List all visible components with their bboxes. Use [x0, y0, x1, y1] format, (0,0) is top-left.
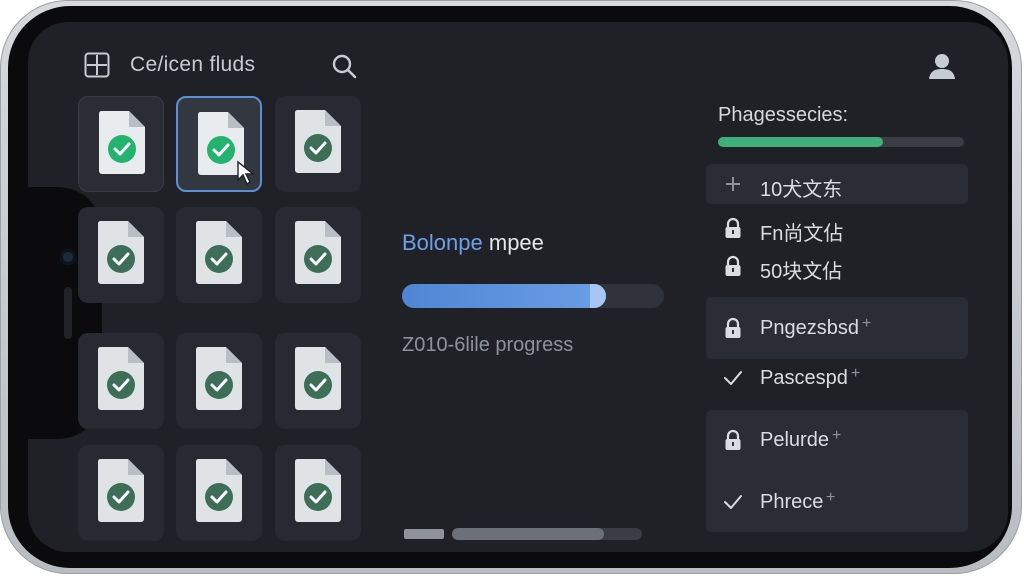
document-check-icon: [97, 459, 144, 522]
transfer-label-accent: Bolonpe: [402, 230, 483, 255]
bottom-status-mark: [404, 529, 444, 539]
transfer-progress-bar: [402, 284, 664, 308]
panel-item-label: Pelurde: [760, 429, 829, 451]
pointer-cursor-icon: [237, 160, 255, 186]
secondary-progress-bar: [452, 528, 642, 540]
document-check-icon: [195, 221, 242, 284]
file-tile[interactable]: [78, 333, 164, 429]
panel-item[interactable]: Pascespd +: [706, 358, 968, 398]
panel-progress-fill: [718, 137, 883, 147]
panel-item[interactable]: Pelurde +: [706, 420, 968, 460]
phone-bezel: Ce/icen fluds Bolonpe mpee Z010-6lile pr…: [8, 6, 1012, 568]
transfer-label-rest: mpee: [482, 230, 544, 255]
panel-item-label: Fn尚文佔: [760, 223, 844, 245]
panel-item[interactable]: Pngezsbsd +: [706, 297, 968, 359]
speaker-slot: [64, 287, 72, 339]
panel-item-label: Pngezsbsd: [760, 317, 859, 339]
document-check-icon: [294, 347, 341, 410]
transfer-label: Bolonpe mpee: [402, 230, 544, 256]
transfer-progress-fill: [402, 284, 606, 308]
file-tile[interactable]: [275, 445, 361, 541]
document-check-icon: [97, 347, 144, 410]
document-check-icon: [294, 459, 341, 522]
apps-icon[interactable]: [84, 52, 110, 78]
check-icon: [722, 367, 744, 389]
progress-panel: Phagessecies: 10犬文东 Fn尚文佔 50块文佔 Pngezsbsd + P…: [704, 22, 974, 552]
file-tile[interactable]: [176, 207, 262, 303]
secondary-progress-fill: [452, 528, 604, 540]
panel-title: Phagessecies:: [718, 104, 849, 126]
transfer-progress-text: Z010-6lile progress: [402, 334, 574, 356]
file-tile[interactable]: [275, 96, 361, 192]
document-check-icon: [195, 459, 242, 522]
panel-item-label: Pascespd: [760, 367, 848, 389]
panel-item-plus-mark: +: [851, 365, 861, 382]
file-tile[interactable]: [78, 207, 164, 303]
panel-item[interactable]: Phrece +: [706, 482, 968, 522]
document-check-icon: [98, 111, 145, 174]
panel-item-plus-mark: +: [832, 427, 842, 444]
panel-item[interactable]: 50块文佔: [706, 246, 968, 286]
document-check-icon: [294, 221, 341, 284]
file-tile[interactable]: [176, 96, 262, 192]
file-tile[interactable]: [275, 207, 361, 303]
panel-item-plus-mark: +: [826, 489, 836, 506]
panel-item[interactable]: 10犬文东: [706, 164, 968, 204]
lock-icon: [722, 255, 744, 277]
check-icon: [722, 491, 744, 513]
panel-item-label: Phrece: [760, 491, 824, 513]
document-check-icon: [97, 221, 144, 284]
lock-icon: [722, 429, 744, 451]
lock-icon: [722, 217, 744, 239]
document-check-icon: [195, 347, 242, 410]
document-check-icon: [294, 110, 341, 173]
phone-frame: Ce/icen fluds Bolonpe mpee Z010-6lile pr…: [0, 0, 1022, 574]
panel-item-label: 10犬文东: [760, 179, 843, 201]
file-tile[interactable]: [275, 333, 361, 429]
panel-item-label: 50块文佔: [760, 261, 843, 283]
lock-icon: [722, 317, 744, 339]
file-tile[interactable]: [176, 333, 262, 429]
file-tile[interactable]: [78, 445, 164, 541]
app-screen: Ce/icen fluds Bolonpe mpee Z010-6lile pr…: [28, 22, 1008, 552]
plus-icon: [722, 173, 744, 195]
panel-item-plus-mark: +: [862, 315, 872, 332]
panel-item[interactable]: Fn尚文佔: [706, 208, 968, 248]
file-tile[interactable]: [176, 445, 262, 541]
panel-progress-bar: [718, 137, 964, 147]
search-icon[interactable]: [330, 52, 358, 80]
file-tile[interactable]: [78, 96, 164, 192]
app-title: Ce/icen fluds: [130, 53, 256, 76]
front-camera: [60, 249, 76, 265]
